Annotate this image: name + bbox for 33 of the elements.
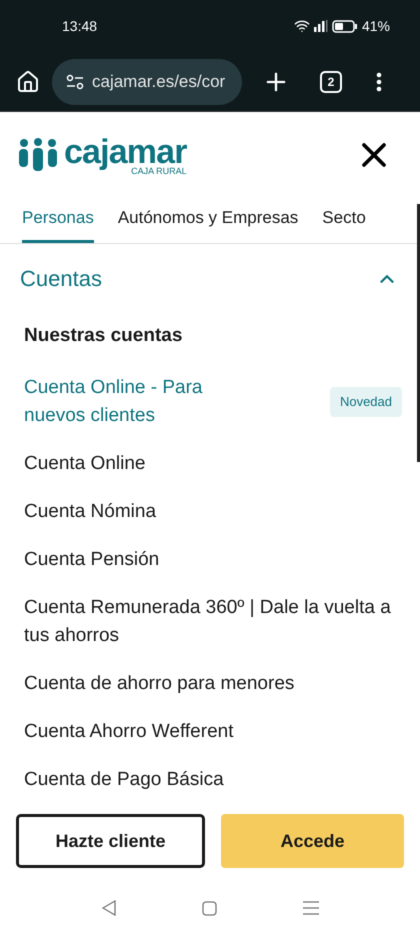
category-tab[interactable]: Personas [22,198,94,244]
menu-icon[interactable] [302,901,318,915]
menu-link[interactable]: Cuenta Online - Para nuevos clientes [24,374,254,430]
login-button[interactable]: Accede [221,814,404,868]
new-badge: Novedad [330,387,402,417]
menu-link[interactable]: Cuenta Remunerada 360º | Dale la vuelta a tus ahorros [24,594,402,650]
site-settings-icon [66,74,84,90]
battery-icon [332,20,358,32]
url-text: cajamar.es/es/cor [92,70,226,93]
category-tab[interactable]: Autónomos y Empresas [118,198,298,244]
logo-tagline: CAJA RURAL [131,166,187,176]
more-menu-icon[interactable] [376,72,382,92]
category-tab[interactable]: Secto [322,198,366,244]
menu-link[interactable]: Cuenta Online [24,450,146,478]
battery-percent: 41% [362,16,390,36]
wifi-icon [294,18,310,34]
tab-count-button[interactable]: 2 [320,70,342,92]
logo-wordmark: cajamar [64,134,187,169]
menu-heading: Nuestras cuentas [24,324,184,348]
menu-link[interactable]: Cuenta de Pago Básica [24,766,224,794]
signup-button[interactable]: Hazte cliente [16,814,205,868]
signal-icon [314,20,328,32]
menu-link[interactable]: Cuenta Ahorro Wefferent [24,718,234,746]
back-icon[interactable] [102,900,116,916]
section-header[interactable]: Cuentas [0,244,420,314]
home-button[interactable] [16,70,40,94]
status-time: 13:48 [62,16,98,36]
address-bar[interactable]: cajamar.es/es/cor [52,58,242,104]
menu-link[interactable]: Cuenta de ahorro para menores [24,670,294,698]
home-icon[interactable] [202,900,216,916]
menu-link[interactable]: Cuenta Pensión [24,546,160,574]
menu-link[interactable]: Cuenta Nómina [24,498,156,526]
logo-icon [18,138,58,172]
